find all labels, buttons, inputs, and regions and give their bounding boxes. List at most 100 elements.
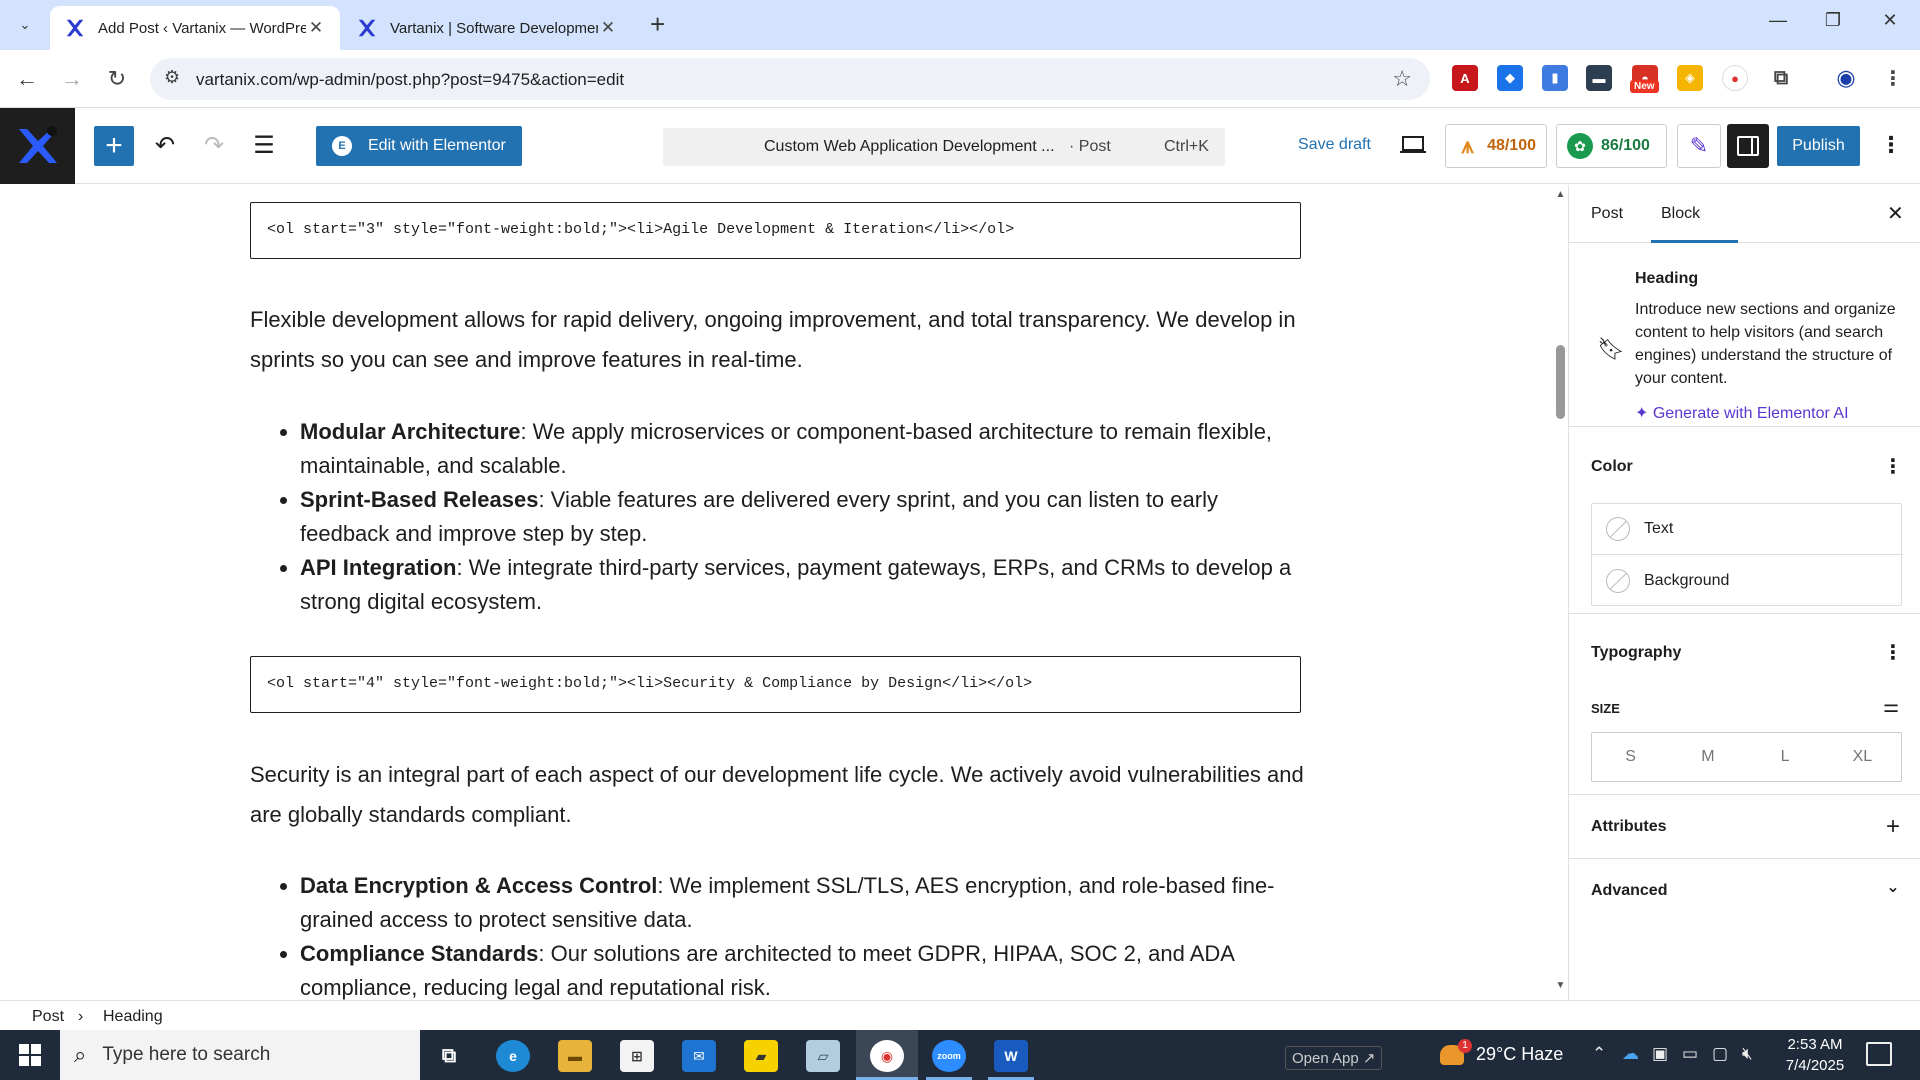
shield-extension-icon[interactable]: ◆ (1497, 65, 1523, 91)
font-size-xl[interactable]: XL (1824, 733, 1901, 781)
seo-score-button[interactable]: ⩚ 48/100 (1445, 124, 1547, 168)
reload-icon[interactable]: ↻ (102, 64, 132, 94)
windows-start-icon[interactable] (0, 1030, 60, 1080)
custom-html-block[interactable]: <ol start="3" style="font-weight:bold;">… (250, 202, 1301, 259)
advanced-panel[interactable]: Advanced ⌄ (1569, 859, 1920, 919)
list-item[interactable]: Modular Architecture: We apply microserv… (300, 415, 1310, 483)
chevron-down-icon[interactable]: ⌄ (1883, 877, 1903, 897)
pdf-extension-icon[interactable]: A (1452, 65, 1478, 91)
breadcrumb-post[interactable]: Post (32, 1008, 64, 1026)
paragraph-block[interactable]: Flexible development allows for rapid de… (250, 300, 1310, 380)
breadcrumb-heading[interactable]: Heading (103, 1008, 163, 1026)
text-color-option[interactable]: Text (1592, 504, 1903, 555)
ball-extension-icon[interactable]: ● (1722, 65, 1748, 91)
list-item[interactable]: Compliance Standards: Our solutions are … (300, 937, 1310, 1000)
ai-magic-wand-icon[interactable]: ✎ (1677, 124, 1721, 168)
browser-menu-kebab-icon[interactable]: ⋮ (1880, 65, 1906, 91)
file-explorer-icon[interactable]: ▬ (558, 1040, 592, 1072)
options-kebab-icon[interactable]: ⋮ (1880, 132, 1902, 158)
minimize-icon[interactable]: — (1758, 10, 1798, 31)
readability-score-button[interactable]: ✿ 86/100 (1556, 124, 1667, 168)
advanced-panel-title[interactable]: Advanced (1591, 882, 1667, 900)
undo-icon[interactable]: ↶ (149, 130, 181, 162)
add-block-button[interactable]: + (94, 126, 134, 166)
back-icon[interactable]: ← (12, 64, 42, 94)
bookmark-star-icon[interactable]: ☆ (1392, 66, 1412, 92)
taskbar-search-box[interactable]: ⌕ Type here to search (60, 1030, 420, 1080)
list-block[interactable]: Data Encryption & Access Control: We imp… (250, 869, 1310, 1000)
document-extension-icon[interactable]: ▮ (1542, 65, 1568, 91)
background-color-option[interactable]: Background (1592, 555, 1903, 606)
color-options-kebab-icon[interactable]: ⋮ (1883, 454, 1903, 479)
typography-panel-title[interactable]: Typography (1591, 644, 1681, 662)
document-overview-icon[interactable]: ☰ (248, 130, 280, 162)
profile-avatar-icon[interactable]: ◉ (1833, 65, 1859, 91)
tab-search-chevron-icon[interactable]: ⌄ (10, 10, 40, 40)
mail-icon[interactable]: ✉ (682, 1040, 716, 1072)
tab-add-post[interactable]: Add Post ‹ Vartanix — WordPre ✕ (50, 6, 340, 50)
notification-center-icon[interactable] (1866, 1042, 1892, 1066)
omnibox[interactable]: ⚙ vartanix.com/wp-admin/post.php?post=94… (150, 58, 1430, 100)
typography-options-kebab-icon[interactable]: ⋮ (1883, 640, 1903, 665)
task-view-icon[interactable]: ⧉ (432, 1040, 466, 1072)
close-tab-icon[interactable]: ✕ (306, 18, 326, 38)
screen-extension-icon[interactable]: ▬ (1586, 65, 1612, 91)
microsoft-store-icon[interactable]: ⊞ (620, 1040, 654, 1072)
font-size-l[interactable]: L (1747, 733, 1824, 781)
edit-with-elementor-button[interactable]: E Edit with Elementor (316, 126, 522, 166)
document-bar[interactable]: Custom Web Application Development ... ·… (663, 128, 1225, 166)
tab-block[interactable]: Block (1661, 205, 1700, 223)
redo-icon[interactable]: ↷ (198, 130, 230, 162)
close-tab-icon[interactable]: ✕ (598, 18, 618, 38)
canvas-scrollbar[interactable] (1553, 185, 1568, 1000)
attributes-panel-title[interactable]: Attributes (1591, 818, 1667, 836)
list-item[interactable]: Data Encryption & Access Control: We imp… (300, 869, 1310, 937)
puzzle-tool-extension-icon[interactable]: ◈ (1677, 65, 1703, 91)
battery-icon[interactable]: ▭ (1682, 1044, 1698, 1064)
tab-vartanix-site[interactable]: Vartanix | Software Developmen ✕ (342, 6, 632, 50)
list-block[interactable]: Modular Architecture: We apply microserv… (250, 415, 1310, 619)
list-item[interactable]: API Integration: We integrate third-part… (300, 551, 1310, 619)
list-item[interactable]: Sprint-Based Releases: Viable features a… (300, 483, 1310, 551)
zoom-app-icon[interactable]: zoom (932, 1040, 966, 1072)
restore-icon[interactable]: ❐ (1813, 10, 1853, 31)
paragraph-block[interactable]: Security is an integral part of each asp… (250, 755, 1310, 835)
scroll-thumb[interactable] (1556, 345, 1565, 419)
new-tab-button[interactable]: + (650, 11, 665, 37)
open-app-button[interactable]: Open App ↗ (1285, 1046, 1383, 1070)
word-app-icon[interactable]: W (994, 1040, 1028, 1072)
scroll-up-arrow-icon[interactable]: ▲ (1553, 189, 1568, 200)
scroll-down-arrow-icon[interactable]: ▼ (1553, 980, 1568, 991)
generate-with-ai-link[interactable]: ✦ Generate with Elementor AI (1635, 403, 1849, 423)
forward-icon[interactable]: → (57, 64, 87, 94)
site-settings-icon[interactable]: ⚙ (164, 67, 180, 88)
close-sidebar-icon[interactable]: ✕ (1887, 201, 1904, 226)
save-draft-button[interactable]: Save draft (1298, 136, 1371, 154)
tab-post[interactable]: Post (1591, 205, 1623, 223)
taskbar-clock[interactable]: 2:53 AM 7/4/2025 (1779, 1034, 1851, 1076)
camera-icon[interactable]: ▣ (1652, 1044, 1668, 1064)
weather-widget[interactable]: 1 29°C Haze (1440, 1039, 1563, 1066)
font-size-m[interactable]: M (1669, 733, 1746, 781)
settings-panel-toggle-icon[interactable] (1727, 124, 1769, 168)
volume-muted-icon[interactable]: 🔇︎ (1742, 1044, 1753, 1064)
network-icon[interactable]: ▢ (1712, 1044, 1728, 1064)
color-panel-title[interactable]: Color (1591, 458, 1633, 476)
onedrive-cloud-icon[interactable]: ☁ (1622, 1044, 1639, 1064)
site-logo-icon[interactable] (0, 108, 75, 184)
add-attribute-plus-icon[interactable]: + (1883, 813, 1903, 841)
show-hidden-icons-chevron-icon[interactable]: ⌃ (1592, 1044, 1606, 1064)
notepad-app-icon[interactable]: ▱ (806, 1040, 840, 1072)
edge-browser-icon[interactable]: e (496, 1040, 530, 1072)
window-close-icon[interactable]: ✕ (1870, 10, 1910, 31)
sticky-notes-icon[interactable]: ▰ (744, 1040, 778, 1072)
chrome-browser-icon[interactable]: ◉ (870, 1040, 904, 1072)
custom-html-block[interactable]: <ol start="4" style="font-weight:bold;">… (250, 656, 1301, 713)
editor-canvas[interactable]: <ol start="3" style="font-weight:bold;">… (0, 185, 1568, 1000)
extensions-puzzle-icon[interactable]: ⧉ (1768, 65, 1794, 91)
font-size-s[interactable]: S (1592, 733, 1669, 781)
url-text[interactable]: vartanix.com/wp-admin/post.php?post=9475… (196, 70, 624, 90)
preview-laptop-icon[interactable] (1398, 130, 1428, 160)
size-settings-sliders-icon[interactable]: ⚌ (1883, 696, 1899, 717)
publish-button[interactable]: Publish (1777, 126, 1860, 166)
